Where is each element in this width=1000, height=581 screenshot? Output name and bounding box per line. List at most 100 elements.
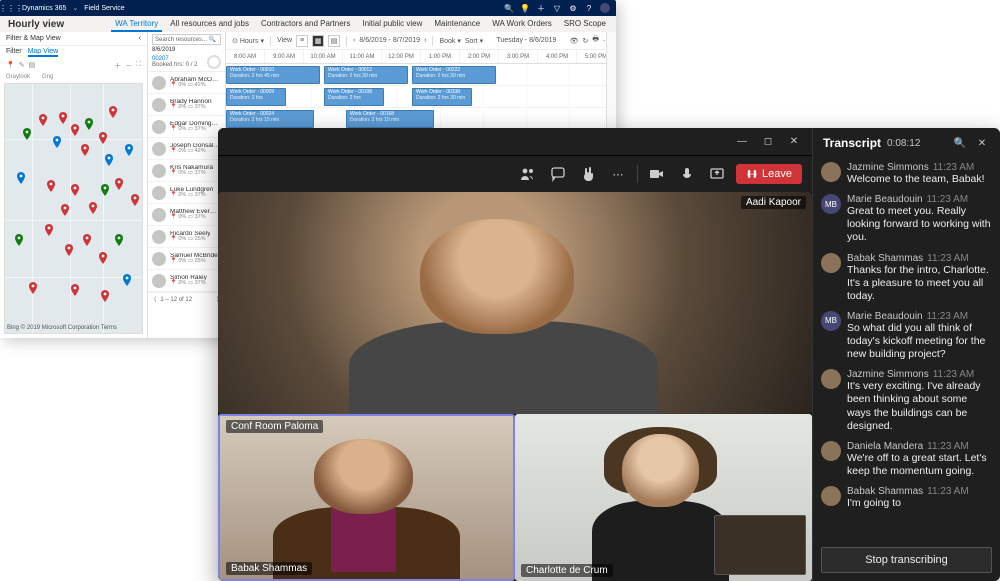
work-order-block[interactable]: Work Order - 00009Duration: 2 hrs <box>226 88 286 106</box>
resource-row[interactable]: Simon Raley📍 0% ▭ 37% <box>148 270 225 292</box>
zoom-in-icon[interactable]: ＋ <box>114 61 121 71</box>
map-pin[interactable] <box>45 224 53 236</box>
resource-row[interactable]: Brady Hannon📍 0% ▭ 37% <box>148 94 225 116</box>
work-order-block[interactable]: Work Order - 00024Duration: 2 hrs 15 min <box>226 110 314 128</box>
work-order-block[interactable]: Work Order - 00010Duration: 2 hrs 45 min <box>226 66 320 84</box>
camera-icon[interactable] <box>646 163 668 185</box>
map-pin[interactable] <box>123 274 131 286</box>
view-tab[interactable]: WA Work Orders <box>488 16 556 32</box>
resource-row[interactable]: Joseph Gonsal…📍 0% ▭ 42% <box>148 138 225 160</box>
resource-row[interactable]: Kris Nakamura📍 0% ▭ 37% <box>148 160 225 182</box>
resource-row[interactable]: Luke Lundgren📍 0% ▭ 37% <box>148 182 225 204</box>
map-pin[interactable] <box>81 144 89 156</box>
zoom-fit-icon[interactable]: ⛶ <box>136 61 141 71</box>
resource-row[interactable]: Abraham McO…📍 0% ▭ 42% <box>148 72 225 94</box>
resource-row[interactable]: Samuel McBride📍 0% ▭ 25% <box>148 248 225 270</box>
zoom-out-icon[interactable]: － <box>125 61 132 71</box>
map-pin[interactable] <box>71 184 79 196</box>
transcript-search-icon[interactable]: 🔍 <box>952 135 968 151</box>
resource-row[interactable]: Ricardo Seely📍 0% ▭ 25% <box>148 226 225 248</box>
work-order-block[interactable]: Work Order - 00012Duration: 2 hrs 30 min <box>324 66 408 84</box>
self-view[interactable] <box>714 515 806 575</box>
date-range[interactable]: 8/6/2019 - 8/7/2019 <box>359 37 420 44</box>
participants-icon[interactable] <box>517 163 539 185</box>
map-pin[interactable] <box>83 234 91 246</box>
hours-dropdown[interactable]: ⊙ Hours ▾ <box>232 37 264 45</box>
refresh-icon[interactable]: ↻ <box>583 37 589 45</box>
work-order-block[interactable]: Work Order - 00108Duration: 2 hrs <box>324 88 384 106</box>
map-pin[interactable] <box>101 184 109 196</box>
map-pin[interactable] <box>115 178 123 190</box>
nav-next-icon[interactable]: › <box>424 37 426 44</box>
map-pin[interactable] <box>61 204 69 216</box>
avatar-icon[interactable] <box>600 3 610 13</box>
sort-dropdown[interactable]: Sort ▾ <box>465 37 483 45</box>
map-pin[interactable] <box>71 284 79 296</box>
map-pin[interactable] <box>65 244 73 256</box>
map-pin[interactable] <box>109 106 117 118</box>
map-pin[interactable] <box>99 132 107 144</box>
map[interactable]: Bing © 2019 Microsoft Corporation Terms <box>4 83 143 334</box>
help-icon[interactable]: ? <box>584 3 594 13</box>
video-tile-1[interactable]: Conf Room Paloma Babak Shammas <box>218 414 515 581</box>
plus-icon[interactable]: ＋ <box>536 3 546 13</box>
map-pin[interactable] <box>105 154 113 166</box>
map-pin[interactable] <box>99 252 107 264</box>
eye-icon[interactable]: 👁 <box>570 37 579 45</box>
filter-map-tab[interactable]: Map View <box>28 48 59 57</box>
map-pin[interactable] <box>39 114 47 126</box>
video-tile-2[interactable]: Charlotte de Crum <box>515 414 812 581</box>
gear-icon[interactable]: ⚙ <box>568 3 578 13</box>
transcript-close-icon[interactable]: ✕ <box>974 135 990 151</box>
raise-hand-icon[interactable] <box>577 163 599 185</box>
pager-prev-icon[interactable]: ⟨ <box>154 296 156 303</box>
filter-map-tab[interactable]: Filter <box>6 48 22 57</box>
maximize-icon[interactable]: ◻ <box>756 132 780 152</box>
resource-row[interactable]: Matthew Ever…📍 0% ▭ 37% <box>148 204 225 226</box>
view-tab[interactable]: All resources and jobs <box>166 16 253 32</box>
filter-icon[interactable]: ▽ <box>552 3 562 13</box>
map-pin[interactable] <box>125 144 133 156</box>
search-resources-input[interactable]: Search resources... 🔍 <box>152 34 221 45</box>
search-icon[interactable]: 🔍 <box>504 3 514 13</box>
stop-transcribing-button[interactable]: Stop transcribing <box>821 547 992 573</box>
view-tab[interactable]: WA Territory <box>111 16 162 32</box>
map-pin[interactable] <box>17 172 25 184</box>
map-pin[interactable] <box>131 194 139 206</box>
module-name[interactable]: Field Service <box>84 5 124 12</box>
map-pin[interactable] <box>85 118 93 130</box>
layers-icon[interactable]: ▤ <box>29 61 36 71</box>
work-order-block[interactable]: Work Order - 00222Duration: 2 hrs 30 min <box>412 66 496 84</box>
map-pin[interactable] <box>53 136 61 148</box>
mic-icon[interactable] <box>676 163 698 185</box>
map-pin[interactable] <box>101 290 109 302</box>
map-pin[interactable] <box>15 234 23 246</box>
view-list-icon[interactable]: ≡ <box>296 35 308 47</box>
chat-icon[interactable] <box>547 163 569 185</box>
leave-button[interactable]: Leave <box>736 164 802 184</box>
view-tab[interactable]: Initial public view <box>358 16 426 32</box>
view-tab[interactable]: Contractors and Partners <box>257 16 354 32</box>
map-pin[interactable] <box>71 124 79 136</box>
view-tab[interactable]: SRO Scope <box>560 16 610 32</box>
map-pin[interactable] <box>47 180 55 192</box>
map-pin[interactable] <box>115 234 123 246</box>
nav-prev-icon[interactable]: ‹ <box>353 37 355 44</box>
map-pin[interactable] <box>59 112 67 124</box>
map-pin[interactable] <box>29 282 37 294</box>
map-pin[interactable] <box>89 202 97 214</box>
view-map-icon[interactable]: ▤ <box>328 35 340 47</box>
print-icon[interactable]: 🖶 <box>592 35 599 46</box>
video-tile-main[interactable]: Aadi Kapoor <box>218 192 812 414</box>
minimize-icon[interactable]: — <box>730 132 754 152</box>
location-icon[interactable]: 📍 <box>6 61 15 71</box>
draw-icon[interactable]: ✎ <box>19 61 25 71</box>
book-dropdown[interactable]: Book ▾ <box>439 37 460 45</box>
view-tab[interactable]: Maintenance <box>430 16 484 32</box>
close-icon[interactable]: ✕ <box>782 132 806 152</box>
work-order-block[interactable]: Work Order - 00168Duration: 2 hrs 15 min <box>346 110 434 128</box>
lightbulb-icon[interactable]: 💡 <box>520 3 530 13</box>
map-pin[interactable] <box>23 128 31 140</box>
more-actions-icon[interactable]: ⋯ <box>607 163 629 185</box>
resource-row[interactable]: Edgar Doming…📍 0% ▭ 37% <box>148 116 225 138</box>
